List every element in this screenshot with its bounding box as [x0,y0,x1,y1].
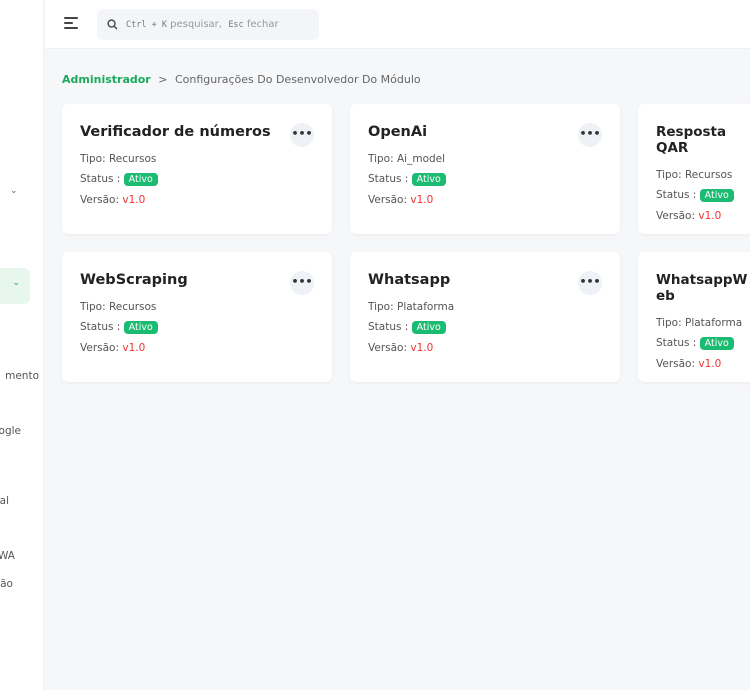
version-value: v1.0 [410,342,434,354]
card-version: Versão: v1.0 [368,342,602,354]
card-type: Tipo: Plataforma [368,301,602,313]
sidebar-item[interactable]: ial [0,495,9,507]
card-type: Tipo: Recursos [80,153,314,165]
more-options-icon[interactable]: ••• [578,271,602,295]
more-options-icon[interactable]: ••• [290,271,314,295]
card-title: Whatsapp [368,272,451,288]
module-card[interactable]: Whatsapp ••• Tipo: Plataforma Status : A… [350,252,620,382]
version-label: Versão: [656,210,699,222]
module-card[interactable]: Verificador de números ••• Tipo: Recurso… [62,104,332,234]
card-status: Status : Ativo [80,173,314,186]
type-label: Tipo: [368,153,397,165]
shortcut-key: Esc [228,19,244,30]
version-label: Versão: [368,342,411,354]
card-type: Tipo: Recursos [656,169,750,181]
breadcrumb-root[interactable]: Administrador [62,73,151,86]
status-label: Status : [656,337,700,349]
breadcrumb: Administrador > Configurações Do Desenvo… [62,73,421,86]
chevron-down-icon: ⌄ [12,278,20,288]
sidebar: ⌄ ⌄ mento oogle ial WA são [0,0,44,690]
card-version: Versão: v1.0 [656,210,750,222]
sidebar-item[interactable]: mento [5,370,39,382]
card-type: Tipo: Recursos [80,301,314,313]
module-card[interactable]: OpenAi ••• Tipo: Ai_model Status : Ativo… [350,104,620,234]
version-label: Versão: [80,194,123,206]
type-value: Recursos [108,301,157,313]
more-options-icon[interactable]: ••• [578,123,602,147]
type-label: Tipo: [656,317,685,329]
card-title: OpenAi [368,124,428,140]
status-label: Status : [368,173,412,185]
version-label: Versão: [656,358,699,370]
status-label: Status : [80,321,124,333]
card-title: Resposta QAR [656,124,727,156]
breadcrumb-current: Configurações Do Desenvolvedor Do Módulo [174,73,421,86]
card-status: Status : Ativo [656,189,750,202]
version-label: Versão: [368,194,411,206]
version-value: v1.0 [122,342,146,354]
version-value: v1.0 [698,358,722,370]
status-badge: Ativo [699,337,734,350]
search-hint: pesquisar, [170,19,222,30]
card-title: WhatsappWeb [656,272,748,304]
type-value: Plataforma [396,301,455,313]
status-badge: Ativo [411,173,446,186]
type-value: Ai_model [396,153,446,165]
type-label: Tipo: [656,169,685,181]
type-label: Tipo: [80,153,109,165]
card-type: Tipo: Plataforma [656,317,750,329]
card-version: Versão: v1.0 [80,342,314,354]
status-label: Status : [656,189,700,201]
status-badge: Ativo [699,189,734,202]
card-title: WebScraping [80,272,188,288]
module-card[interactable]: WebScraping ••• Tipo: Recursos Status : … [62,252,332,382]
shortcut-key: Ctrl + K [126,19,167,30]
status-badge: Ativo [411,321,446,334]
card-version: Versão: v1.0 [368,194,602,206]
sidebar-item-active[interactable]: ⌄ [0,268,30,304]
menu-icon[interactable] [64,17,78,29]
card-title: Verificador de números [80,124,271,140]
card-status: Status : Ativo [656,337,750,350]
type-value: Recursos [108,153,157,165]
search-icon [107,19,118,30]
version-value: v1.0 [698,210,722,222]
card-version: Versão: v1.0 [656,358,750,370]
card-status: Status : Ativo [80,321,314,334]
chevron-down-icon[interactable]: ⌄ [10,186,18,196]
version-value: v1.0 [122,194,146,206]
version-value: v1.0 [410,194,434,206]
module-card[interactable]: WhatsappWeb ••• Tipo: Plataforma Status … [638,252,750,382]
type-value: Recursos [684,169,733,181]
sidebar-item[interactable]: oogle [0,425,21,437]
search-input[interactable]: Ctrl + K pesquisar, Esc fechar [97,9,319,40]
type-label: Tipo: [368,301,397,313]
status-label: Status : [368,321,412,333]
card-type: Tipo: Ai_model [368,153,602,165]
card-status: Status : Ativo [368,321,602,334]
status-label: Status : [80,173,124,185]
type-label: Tipo: [80,301,109,313]
breadcrumb-separator: > [158,73,168,86]
status-badge: Ativo [123,321,158,334]
version-label: Versão: [80,342,123,354]
topbar: Ctrl + K pesquisar, Esc fechar [45,0,750,49]
type-value: Plataforma [684,317,743,329]
more-options-icon[interactable]: ••• [290,123,314,147]
sidebar-item[interactable]: são [0,578,13,590]
module-card[interactable]: Resposta QAR ••• Tipo: Recursos Status :… [638,104,750,234]
sidebar-item[interactable]: WA [0,550,15,562]
search-hint: fechar [246,19,279,30]
card-status: Status : Ativo [368,173,602,186]
status-badge: Ativo [123,173,158,186]
card-version: Versão: v1.0 [80,194,314,206]
